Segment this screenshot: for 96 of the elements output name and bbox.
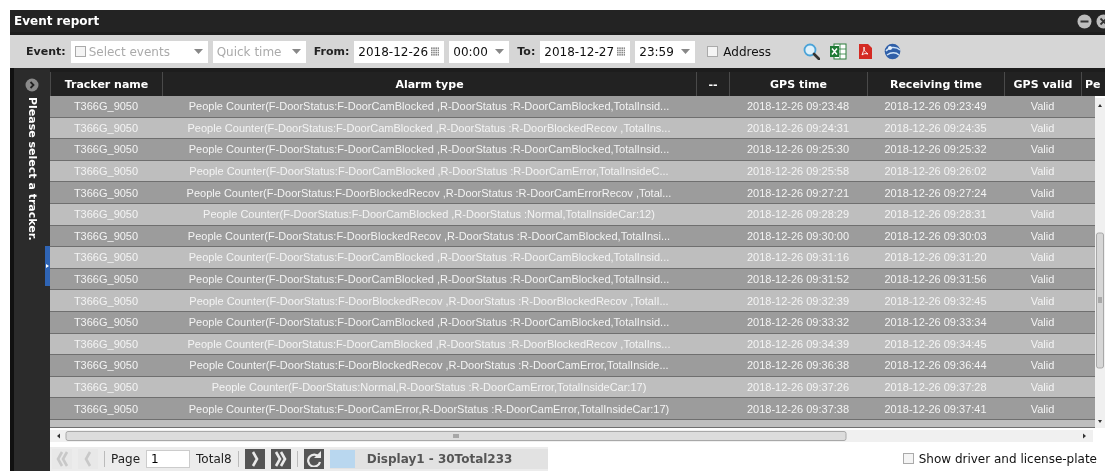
table-cell-text: Valid (1029, 99, 1056, 115)
table-cell-text: People Counter(F-DoorStatus:F-DoorCamBlocked ,R-DoorStatus :R-DoorCamBlocked,TotalInsid... (187, 99, 671, 115)
date-label: From: (313, 45, 350, 58)
horizontal-scrollbar[interactable] (50, 430, 1093, 442)
table-cell-text: People Counter(F-DoorStatus:F-DoorBlockedRecov ,R-DoorStatus :R-DoorCamError,TotalInside... (188, 358, 670, 374)
chevron-icon (250, 450, 259, 467)
chevron-icon (84, 450, 92, 467)
sidebar-hint: Please select a tracker. (25, 97, 39, 241)
table-cell-text: 2018-12-26 09:30:00 (745, 228, 851, 244)
total-pages: Total8 (196, 451, 232, 466)
close-icon[interactable] (1096, 13, 1105, 29)
table-cell-text: T366G_9050 (72, 401, 140, 417)
chevron-icon (274, 450, 288, 467)
table-cell-text: Valid (1029, 185, 1056, 201)
next-page-button[interactable] (244, 448, 265, 469)
date-label: To: (517, 45, 536, 58)
calendar-icon[interactable] (431, 45, 440, 58)
search-icon[interactable] (803, 43, 821, 60)
collapse-handle[interactable] (45, 246, 50, 286)
quick-time-select[interactable]: Quick time (212, 40, 306, 63)
globe-icon[interactable] (884, 43, 902, 60)
record-count: Display1 - 30Total233 (366, 451, 513, 466)
table-cell-text: 2018-12-26 09:25:30 (745, 142, 851, 158)
table-cell-text: 2018-12-26 09:33:32 (745, 315, 851, 331)
table-cell-text: 2018-12-26 09:30:03 (883, 228, 988, 244)
placeholder-text: Select events (88, 44, 170, 59)
table-cell-text: Valid (1029, 142, 1056, 158)
table-cell-text: People Counter(F-DoorStatus:F-DoorBlockedRecov ,R-DoorStatus :R-DoorCamErrorRecov ,Total... (185, 185, 673, 201)
calendar-icon[interactable] (617, 45, 626, 58)
table-cell-text: 2018-12-26 09:37:38 (745, 401, 851, 417)
table-row[interactable]: T366G_9050 People Counter(F-DoorStatus:F-DoorCamBlocked ,R-DoorStatus :R-DoorCamBlocked,TotalInsid... 2018-12-26 09:23:48 2018-12-26 09:23:49 Valid (50, 96, 1095, 118)
table-cell-text: 2018-12-26 09:37:41 (883, 401, 988, 417)
select-all-checkbox[interactable] (74, 46, 86, 57)
table-cell-text: 2018-12-26 09:27:21 (745, 185, 851, 201)
show-driver-label: Show driver and license-plate (918, 451, 1097, 466)
address-checkbox[interactable] (707, 46, 719, 57)
table-row[interactable]: T366G_9050 People Counter(F-DoorStatus:F-DoorCamBlocked ,R-DoorStatus :R-DoorCamBlocked,TotalInsid... 2018-12-26 09:31:52 2018-12-26 09:31:56 Valid (50, 268, 1095, 291)
table-cell-text: T366G_9050 (72, 315, 140, 331)
table-cell-text: 2018-12-26 09:31:52 (745, 272, 851, 288)
time-select[interactable]: 23:59 (635, 40, 696, 63)
table-cell-text: 2018-12-26 09:25:32 (883, 142, 988, 158)
expand-icon[interactable] (25, 78, 39, 92)
event-select[interactable]: Select events (70, 40, 208, 63)
spreadsheet-icon[interactable] (830, 43, 848, 60)
last-page-button[interactable] (270, 448, 291, 469)
page-label: Page (111, 451, 141, 466)
event-label: Event: (26, 45, 66, 58)
table-cell-text: 2018-12-26 09:27:24 (883, 185, 988, 201)
table-cell-text: 2018-12-26 09:33:34 (883, 315, 988, 331)
table-cell-text: T366G_9050 (72, 272, 140, 288)
date-field[interactable]: 2018-12-27 (540, 40, 631, 63)
table-row[interactable]: T366G_9050 People Counter(F-DoorStatus:F-DoorCamError,R-DoorStatus :R-DoorCamError,TotalInsideCar:17) 2018-12-26 09:37:38 2018-12-26 09:37:41 Valid (50, 398, 1095, 420)
table-cell-text: People Counter(F-DoorStatus:F-DoorCamBlocked ,R-DoorStatus :R-DoorCamBlocked,TotalInsid... (187, 315, 671, 331)
table-cell-text: Valid (1029, 401, 1056, 417)
table-cell-text: T366G_9050 (72, 228, 140, 244)
table-row[interactable]: T366G_9050 People Counter(F-DoorStatus:F-DoorBlockedRecov ,R-DoorStatus :R-DoorCamBlocked,TotalInsi... 2018-12-26 09:30:00 2018-12-26 09:30:03 Valid (50, 225, 1095, 248)
table-cell-text: Valid (1029, 228, 1056, 244)
table-row[interactable]: T366G_9050 People Counter(F-DoorStatus:F-DoorBlockedRecov ,R-DoorStatus :R-DoorCamErrorRecov ,Total... 2018-12-26 09:27:21 2018-12-26 09:27:24 Valid (50, 182, 1095, 204)
color-swatch (329, 449, 355, 468)
refresh-icon (305, 450, 322, 467)
table-cell-text: T366G_9050 (72, 358, 140, 374)
table-cell-text: Valid (1029, 358, 1056, 374)
table-row[interactable] (50, 419, 1095, 428)
table-cell-text: People Counter(F-DoorStatus:F-DoorCamError,R-DoorStatus :R-DoorCamError,TotalInsideCar:17) (187, 401, 671, 417)
dropdown-caret-icon (495, 49, 505, 54)
table-cell-text: T366G_9050 (72, 99, 140, 115)
table-cell-text: 2018-12-26 09:23:49 (883, 99, 988, 115)
table-cell-text: People Counter(F-DoorStatus:F-DoorCamBlocked ,R-DoorStatus :R-DoorCamBlocked,TotalInsid... (187, 142, 671, 158)
table-cell-text: 2018-12-26 09:31:56 (883, 272, 988, 288)
show-driver-checkbox[interactable] (902, 453, 914, 464)
refresh-button[interactable] (303, 448, 324, 469)
placeholder-text: Quick time (216, 44, 282, 59)
time-select[interactable]: 00:00 (449, 40, 510, 63)
address-label: Address (723, 44, 772, 59)
window-title: Event report (14, 14, 101, 28)
table-cell-text: T366G_9050 (72, 185, 140, 201)
page-input[interactable]: 1 (146, 449, 191, 468)
table-row[interactable]: T366G_9050 People Counter(F-DoorStatus:F-DoorCamBlocked ,R-DoorStatus :R-DoorCamBlocked,TotalInsid... 2018-12-26 09:33:32 2018-12-26 09:33:34 Valid (50, 311, 1095, 334)
table-cell-text: People Counter(F-DoorStatus:F-DoorBlockedRecov ,R-DoorStatus :R-DoorCamBlocked,TotalInsi... (186, 228, 672, 244)
table-cell-text: Valid (1029, 315, 1056, 331)
pdf-document-icon[interactable] (857, 43, 875, 60)
dropdown-caret-icon (291, 49, 301, 54)
table-cell-text: 2018-12-26 09:36:38 (745, 358, 851, 374)
date-field[interactable]: 2018-12-26 (354, 40, 445, 63)
dropdown-caret-icon (193, 49, 203, 54)
chevron-icon (55, 450, 69, 467)
dropdown-caret-icon (681, 49, 691, 54)
table-cell-text: Valid (1029, 272, 1056, 288)
table-row[interactable]: T366G_9050 People Counter(F-DoorStatus:F-DoorCamBlocked ,R-DoorStatus :R-DoorCamBlocked,TotalInsid... 2018-12-26 09:25:30 2018-12-26 09:25:32 Valid (50, 139, 1095, 161)
table-cell-text: 2018-12-26 09:36:44 (883, 358, 988, 374)
vertical-scrollbar[interactable] (1095, 98, 1105, 428)
minimize-icon[interactable] (1077, 13, 1092, 29)
table-cell-text: People Counter(F-DoorStatus:F-DoorCamBlocked ,R-DoorStatus :R-DoorCamBlocked,TotalInsid... (187, 272, 671, 288)
table-cell-text: T366G_9050 (72, 142, 140, 158)
table-cell-text: 2018-12-26 09:23:48 (745, 99, 851, 115)
table-row[interactable]: T366G_9050 People Counter(F-DoorStatus:F-DoorBlockedRecov ,R-DoorStatus :R-DoorCamError,TotalInside... 2018-12-26 09:36:38 2018-12-26 09:36:44 Valid (50, 355, 1095, 377)
